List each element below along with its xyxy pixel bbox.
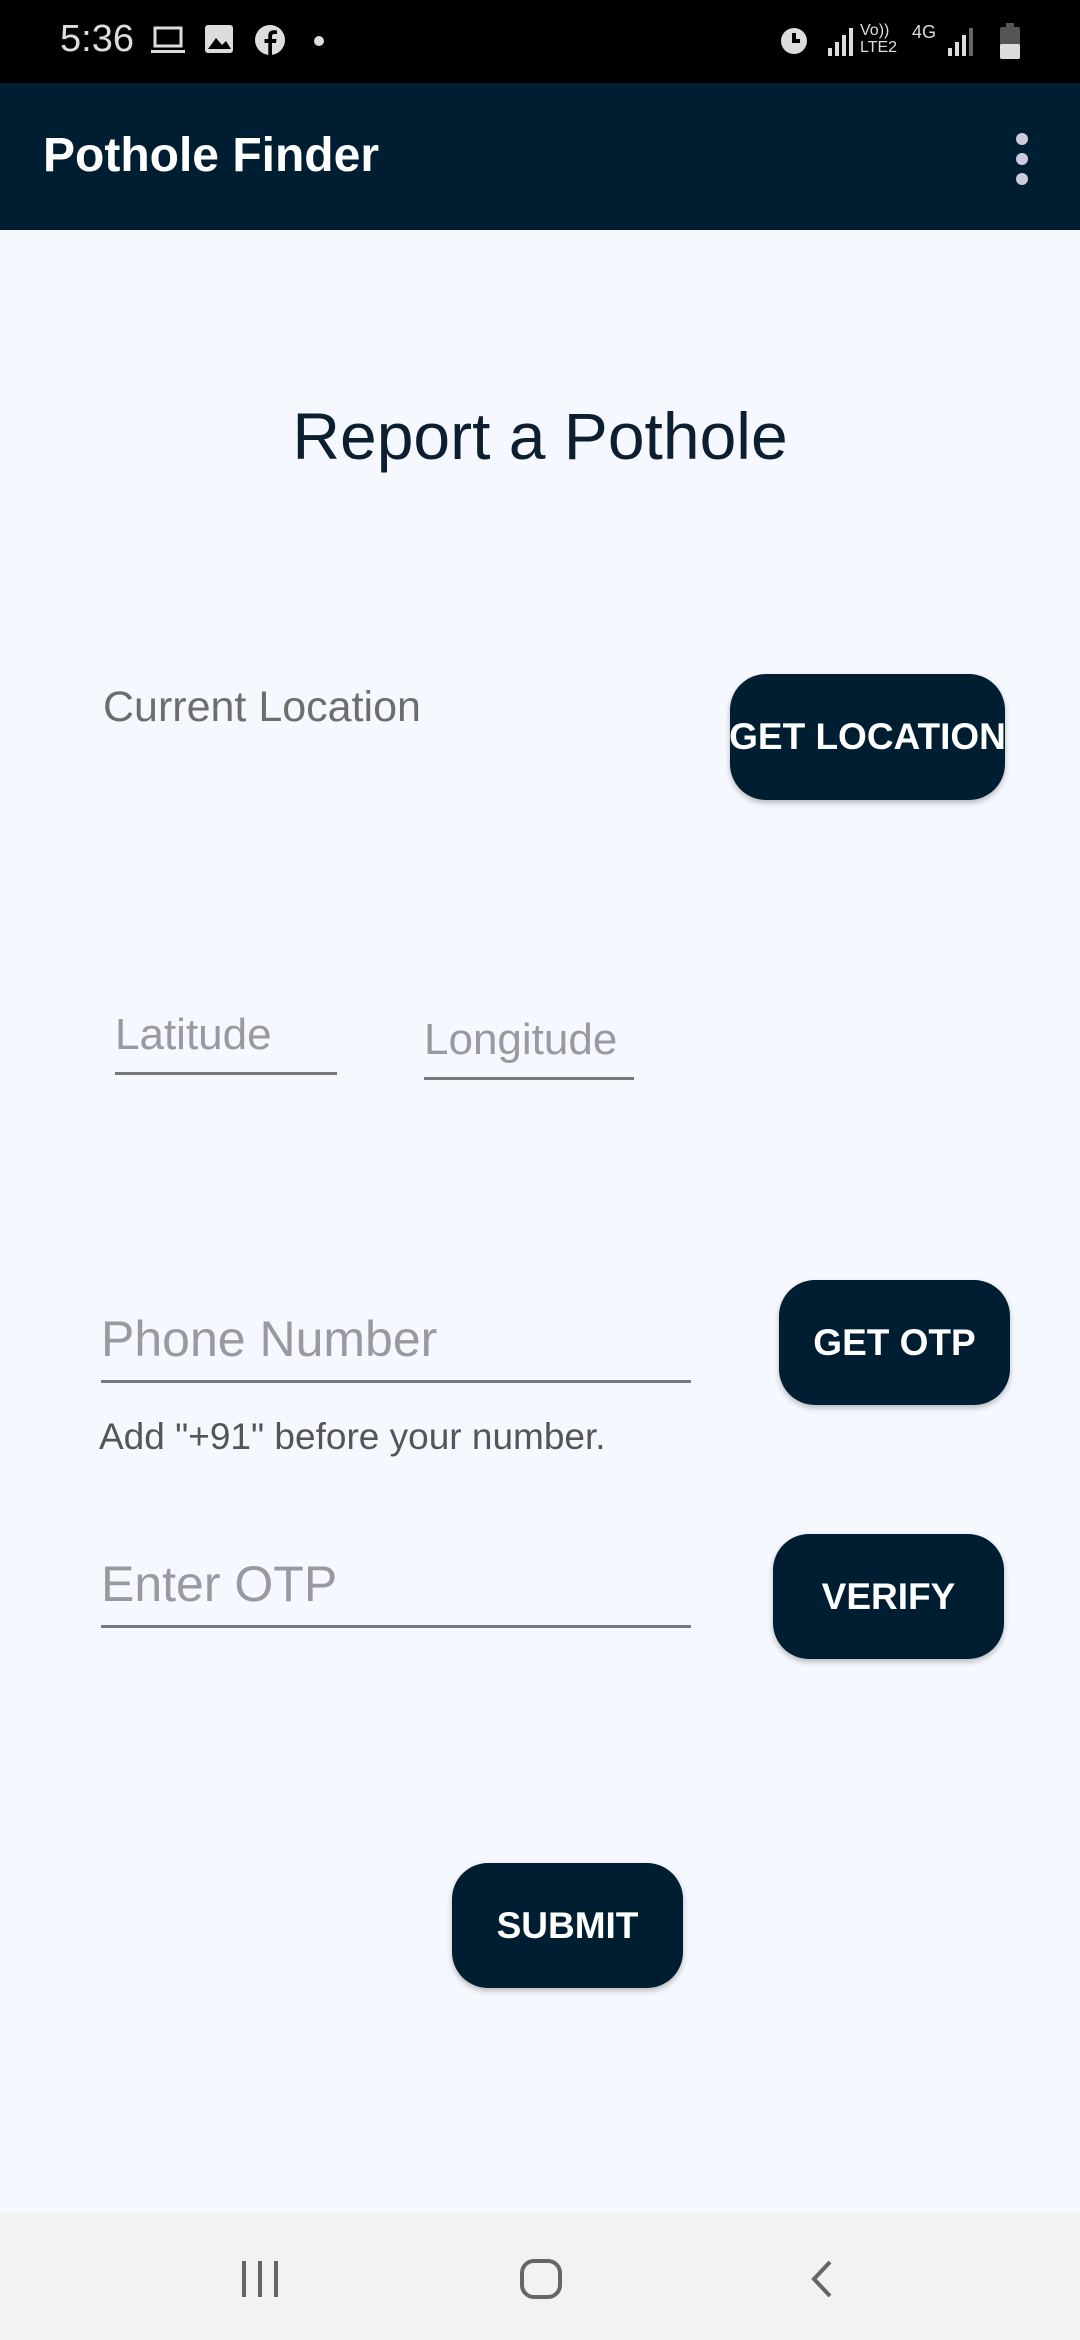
submit-button[interactable]: SUBMIT xyxy=(452,1863,683,1988)
laptop-icon xyxy=(151,26,185,53)
overflow-menu-icon[interactable] xyxy=(1010,133,1034,185)
facebook-icon xyxy=(255,25,285,55)
current-location-label: Current Location xyxy=(103,683,421,731)
4g-label: 4G xyxy=(912,22,937,42)
signal-2-icon xyxy=(948,28,973,56)
alarm-icon xyxy=(781,28,807,54)
signal-icon xyxy=(828,28,853,56)
system-nav-bar xyxy=(0,2213,1080,2340)
status-time: 5:36 xyxy=(60,18,134,60)
otp-placeholder: Enter OTP xyxy=(101,1556,338,1612)
latitude-placeholder: Latitude xyxy=(115,1010,272,1059)
otp-input[interactable]: Enter OTP xyxy=(101,1544,691,1628)
image-icon xyxy=(205,25,233,53)
phone-number-placeholder: Phone Number xyxy=(101,1311,438,1367)
app-title: Pothole Finder xyxy=(43,129,379,182)
verify-button[interactable]: VERIFY xyxy=(773,1534,1004,1659)
notification-dot-icon xyxy=(314,36,324,46)
get-otp-button[interactable]: GET OTP xyxy=(779,1280,1010,1405)
longitude-placeholder: Longitude xyxy=(424,1015,618,1064)
volte-label: Vo)) LTE2 xyxy=(860,22,898,56)
back-icon[interactable] xyxy=(806,2259,836,2299)
battery-icon xyxy=(1000,23,1020,59)
longitude-input[interactable]: Longitude xyxy=(424,1000,634,1080)
phone-number-input[interactable]: Phone Number xyxy=(101,1300,691,1383)
status-bar: 5:36 Vo)) LTE2 4G xyxy=(0,0,1080,83)
page-title: Report a Pothole xyxy=(292,399,788,473)
get-location-button[interactable]: GET LOCATION xyxy=(729,674,1006,800)
home-icon[interactable] xyxy=(519,2259,563,2299)
app-bar: Pothole Finder xyxy=(0,83,1080,230)
latitude-input[interactable]: Latitude xyxy=(115,995,337,1075)
recent-apps-icon[interactable] xyxy=(238,2259,282,2299)
phone-helper-text: Add "+91" before your number. xyxy=(99,1416,606,1457)
